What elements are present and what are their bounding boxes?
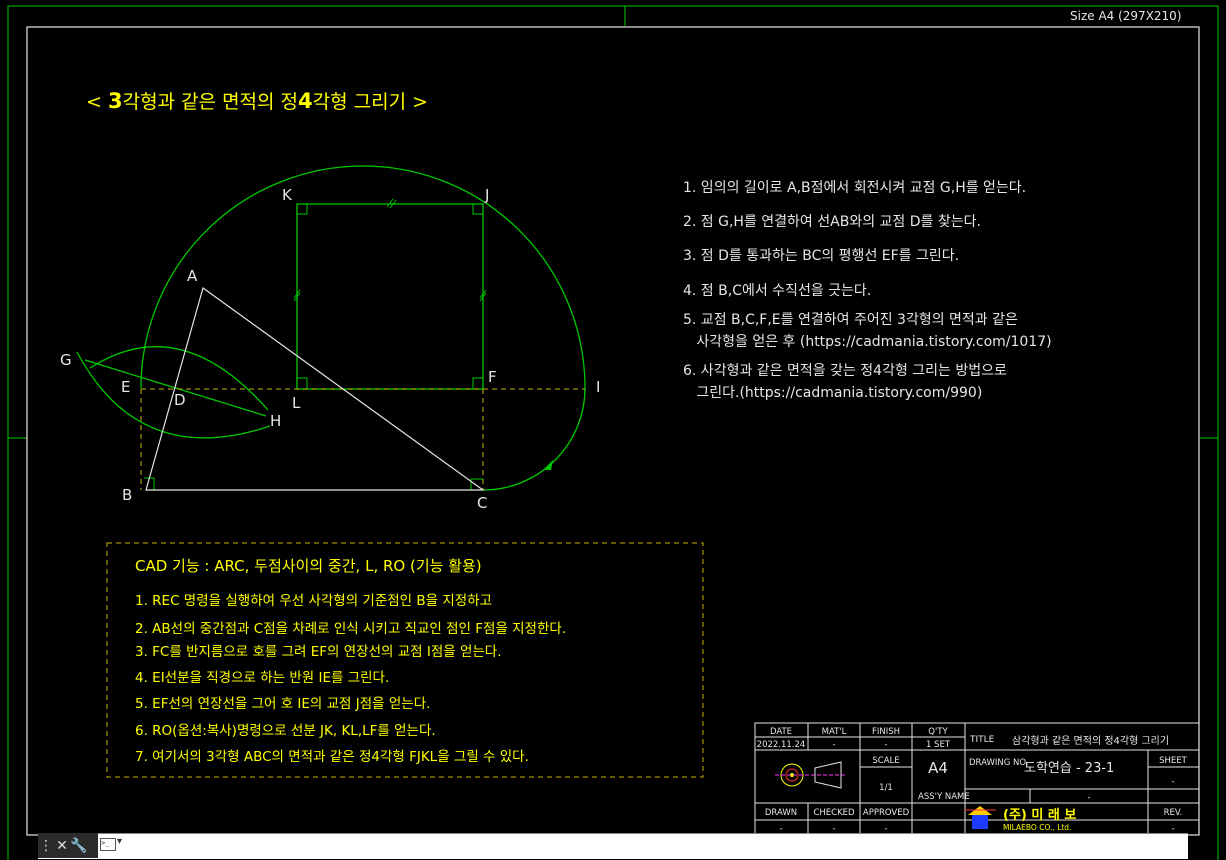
cad-box-items: 1. REC 명령을 실행하여 우선 사각형의 기준점인 B을 지정하고 2. … — [135, 593, 566, 765]
page-title: < 3각형과 같은 면적의 정4각형 그리기 > — [86, 89, 428, 113]
tb-size-value: A4 — [928, 759, 948, 777]
cad-item-1: 1. REC 명령을 실행하여 우선 사각형의 기준점인 B을 지정하고 — [135, 593, 492, 609]
tb-scale-label: SCALE — [872, 756, 899, 766]
geometry — [76, 165, 586, 491]
drawing-canvas: Size A4 (297X210) < 3각형과 같은 면적의 정4각형 그리기… — [7, 5, 1219, 860]
step-3: 3. 점 D를 통과하는 BC의 평행선 EF를 그린다. — [683, 248, 959, 264]
size-label: Size A4 (297X210) — [1070, 9, 1182, 23]
label-j: J — [484, 186, 489, 204]
label-d: D — [174, 391, 186, 409]
cad-box-frame — [106, 542, 704, 778]
tb-matl-label: MAT'L — [822, 727, 847, 737]
tb-sheet-value: - — [1171, 777, 1174, 787]
step-6-cont: 그린다.(https://cadmania.tistory.com/990) — [683, 385, 982, 401]
square-fjkl — [296, 203, 484, 390]
step-1: 1. 임의의 길이로 A,B점에서 회전시켜 교점 G,H를 얻는다. — [683, 180, 1026, 196]
tb-drawing-no-label: DRAWING NO. — [969, 758, 1028, 768]
tb-qty-label: Q'TY — [928, 727, 948, 737]
tb-title-value: 삼각형과 같은 면적의 정4각형 그리기 — [1012, 735, 1169, 747]
tb-title-label: TITLE — [969, 735, 995, 745]
tb-sheet-label: SHEET — [1159, 756, 1188, 766]
step-5: 5. 교점 B,C,F,E를 연결하여 주어진 3각형의 면적과 같은 — [683, 312, 1018, 328]
inner-frame — [26, 26, 1200, 836]
command-input[interactable] — [130, 836, 1174, 857]
label-c: C — [477, 494, 487, 512]
tb-checked-label: CHECKED — [813, 808, 855, 818]
label-a: A — [187, 267, 198, 285]
grip-icon[interactable]: ⋮ — [38, 838, 54, 854]
tb-date-value: 2022.11.24 — [757, 740, 806, 750]
command-prompt-icon[interactable]: >_ — [100, 838, 116, 851]
cad-item-5: 5. EF선의 연장선을 그어 호 IE의 교점 J점을 얻는다. — [135, 696, 430, 712]
label-b: B — [122, 486, 132, 504]
tb-approved-label: APPROVED — [863, 808, 910, 818]
tb-finish-value: - — [884, 740, 887, 750]
label-l: L — [292, 394, 301, 412]
tb-assy-label: ASS'Y NAME — [918, 792, 970, 802]
company-sub: MILAEBO CO., Ltd. — [1003, 823, 1071, 832]
arc-fc-radius — [482, 387, 586, 491]
tb-drawn-label: DRAWN — [765, 808, 797, 818]
company-name: (주) 미 래 보 — [1003, 807, 1076, 823]
cad-box-title: CAD 기능 : ARC, 두점사이의 중간, L, RO (기능 활용) — [135, 557, 482, 575]
step-6: 6. 사각형과 같은 면적을 갖는 정4각형 그리는 방법으로 — [683, 363, 1007, 379]
label-g: G — [60, 351, 72, 369]
label-f: F — [488, 368, 497, 386]
tb-qty-value: 1 SET — [926, 740, 951, 750]
chevron-down-icon[interactable]: ▾ — [117, 836, 122, 847]
command-line-controls: ⋮ ✕ 🔧 — [38, 833, 98, 858]
tb-drawing-no-value: 도학연습 - 23-1 — [1024, 761, 1114, 776]
step-4: 4. 점 B,C에서 수직선을 긋는다. — [683, 283, 871, 299]
cad-item-4: 4. EI선분을 직경으로 하는 반원 IE를 그린다. — [135, 670, 389, 686]
step-2: 2. 점 G,H를 연결하여 선AB와의 교점 D를 찾는다. — [683, 214, 981, 230]
title-block: DATE 2022.11.24 MAT'L - FINISH - Q'TY 1 … — [754, 722, 1200, 836]
arc-direction-arrow — [543, 460, 553, 470]
tb-scale-value: 1/1 — [879, 783, 893, 793]
tb-finish-label: FINISH — [872, 727, 900, 737]
close-icon[interactable]: ✕ — [54, 838, 70, 854]
cad-item-7: 7. 여기서의 3각형 ABC의 면적과 같은 정4각형 FJKL을 그릴 수 … — [135, 749, 529, 765]
tb-rev-label: REV. — [1164, 808, 1183, 818]
company-logo-icon — [964, 806, 996, 829]
cad-item-3: 3. FC를 반지름으로 호를 그려 EF의 연장선의 교점 I점을 얻는다. — [135, 644, 502, 660]
label-i: I — [596, 378, 600, 396]
projection-symbol-icon — [775, 761, 846, 789]
cad-item-6: 6. RO(옵션:복사)명령으로 선분 JK, KL,LF를 얻는다. — [135, 723, 436, 739]
label-k: K — [282, 186, 293, 204]
tb-date-label: DATE — [770, 727, 792, 737]
tb-assy-value: - — [1087, 793, 1090, 803]
label-h: H — [270, 412, 281, 430]
label-e: E — [121, 378, 130, 396]
tb-matl-value: - — [832, 740, 835, 750]
wrench-icon[interactable]: 🔧 — [70, 838, 87, 854]
steps-list: 1. 임의의 길이로 A,B점에서 회전시켜 교점 G,H를 얻는다. 2. 점… — [683, 180, 1052, 401]
cad-item-2: 2. AB선의 중간점과 C점을 차례로 인식 시키고 직교인 점인 F점을 지… — [135, 621, 566, 637]
arc-semicircle-ie — [140, 165, 586, 389]
step-5-cont: 사각형을 얻은 후 (https://cadmania.tistory.com/… — [683, 334, 1052, 350]
